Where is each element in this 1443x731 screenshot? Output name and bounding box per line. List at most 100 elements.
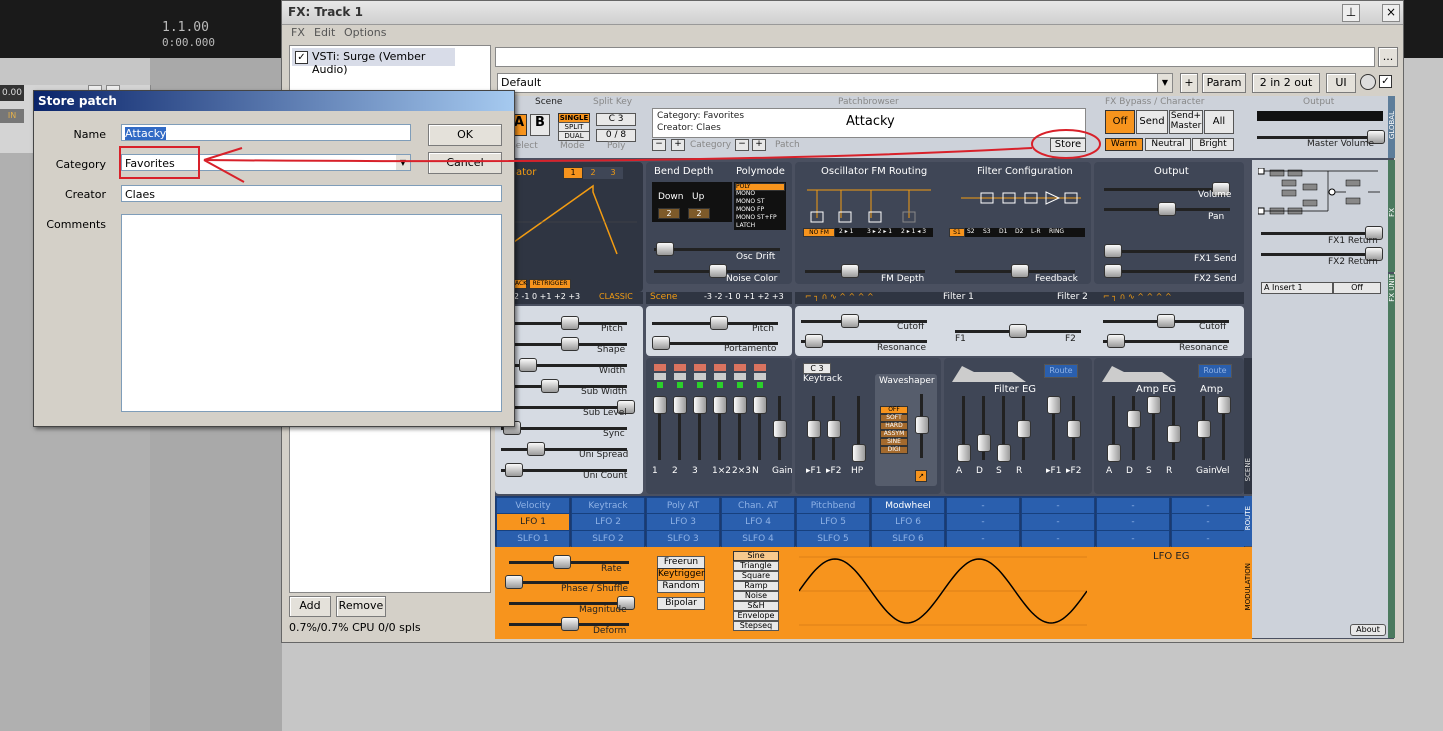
fx2-return-track[interactable] xyxy=(1261,253,1381,256)
osc-drift-knob[interactable] xyxy=(656,242,674,256)
route-cell[interactable]: LFO 4 xyxy=(721,513,795,531)
browse-button[interactable]: ... xyxy=(1378,47,1398,67)
route-cell[interactable]: - xyxy=(946,513,1020,531)
route-cell[interactable]: SLFO 1 xyxy=(496,530,570,548)
fx-tab[interactable]: FX xyxy=(1388,160,1396,272)
polymode-option[interactable]: MONO ST+FP xyxy=(736,214,777,221)
polymode-option[interactable]: MONO FP xyxy=(736,206,764,213)
amp-eg-route-button[interactable]: Route xyxy=(1198,364,1232,378)
filter2-resonance-knob[interactable] xyxy=(1107,334,1125,348)
character-bright[interactable]: Bright xyxy=(1192,138,1234,151)
menu-edit[interactable]: Edit xyxy=(314,26,335,39)
shape-knob[interactable] xyxy=(561,337,579,351)
pin-icon[interactable]: ⊥ xyxy=(1342,4,1360,22)
lfo-shape-option[interactable]: Square xyxy=(733,571,779,581)
bend-up-value[interactable]: 2 xyxy=(688,208,710,219)
feedback-knob[interactable] xyxy=(1011,264,1029,278)
fx-window-titlebar[interactable]: FX: Track 1 ⊥ × xyxy=(282,1,1403,25)
filter-config-option[interactable]: S2 xyxy=(967,228,975,235)
lfo-shape-option[interactable]: Sine xyxy=(733,551,779,561)
filter-balance-knob[interactable] xyxy=(1009,324,1027,338)
amp-gain-knob[interactable] xyxy=(1197,420,1211,438)
route-cell[interactable]: - xyxy=(1171,530,1245,548)
polymode-option[interactable]: MONO ST xyxy=(736,198,765,205)
scene-pitch-knob[interactable] xyxy=(710,316,728,330)
store-button[interactable]: Store xyxy=(1050,138,1086,152)
filter2-cutoff-knob[interactable] xyxy=(1157,314,1175,328)
scene-octave-values[interactable]: -3 -2 -1 0 +1 +2 +3 xyxy=(704,292,784,301)
plugin-info-field[interactable] xyxy=(495,47,1375,67)
menu-options[interactable]: Options xyxy=(344,26,386,39)
lfo-shape-option[interactable]: Ramp xyxy=(733,581,779,591)
route-cell[interactable]: LFO 2 xyxy=(571,513,645,531)
route-cell[interactable]: SLFO 5 xyxy=(796,530,870,548)
filter-config-option[interactable]: S1 xyxy=(949,228,965,237)
patch-prev-button[interactable]: − xyxy=(735,139,749,151)
portamento-knob[interactable] xyxy=(652,336,670,350)
character-warm[interactable]: Warm xyxy=(1105,138,1143,151)
patch-display[interactable]: Category: Favorites Creator: Claes Attac… xyxy=(652,108,1086,138)
category-prev-button[interactable]: − xyxy=(652,139,666,151)
mixer-3-knob[interactable] xyxy=(693,396,707,414)
keytrack-f1-knob[interactable] xyxy=(807,420,821,438)
modulation-tab[interactable]: MODULATION xyxy=(1244,547,1252,639)
fm-mode-option[interactable]: NO FM xyxy=(803,228,835,237)
fm-mode-option[interactable]: 3 ▸ 2 ▸ 1 xyxy=(867,228,892,235)
filter-eg-d-knob[interactable] xyxy=(977,434,991,453)
param-button[interactable]: Param xyxy=(1202,73,1246,93)
osc-tab-1[interactable]: 1 xyxy=(563,167,583,179)
remove-button[interactable]: Remove xyxy=(336,596,386,617)
lfo-shape-option[interactable]: Noise xyxy=(733,591,779,601)
fx1-send-track[interactable] xyxy=(1104,250,1230,253)
pitch-knob[interactable] xyxy=(561,316,579,330)
route-cell[interactable]: - xyxy=(1021,513,1095,531)
route-cell[interactable]: - xyxy=(1096,530,1170,548)
character-neutral[interactable]: Neutral xyxy=(1145,138,1191,151)
dialog-title[interactable]: Store patch xyxy=(34,91,514,111)
polymode-option[interactable]: LATCH xyxy=(736,222,755,229)
lfo-shape-option[interactable]: Stepseq xyxy=(733,621,779,631)
category-next-button[interactable]: + xyxy=(671,139,685,151)
mixer-6-knob[interactable] xyxy=(753,396,767,414)
route-cell[interactable]: SLFO 4 xyxy=(721,530,795,548)
lfo-shape-option[interactable]: Envelope xyxy=(733,611,779,621)
fm-mode-option[interactable]: 2 ▸ 1 xyxy=(839,228,853,235)
waveshape-option[interactable]: HARD xyxy=(880,422,908,430)
filter1-cutoff-knob[interactable] xyxy=(841,314,859,328)
keytrack-hp-knob[interactable] xyxy=(852,444,866,462)
amp-eg-s-knob[interactable] xyxy=(1147,396,1161,414)
amp-eg-a-knob[interactable] xyxy=(1107,444,1121,462)
route-cell[interactable]: SLFO 6 xyxy=(871,530,945,548)
filter-eg-s-knob[interactable] xyxy=(997,444,1011,462)
filter-eg-a-knob[interactable] xyxy=(957,444,971,462)
polymode-list[interactable]: POLY MONO MONO ST MONO FP MONO ST+FP LAT… xyxy=(734,182,786,230)
mixer-2-knob[interactable] xyxy=(673,396,687,414)
uni-spread-knob[interactable] xyxy=(527,442,545,456)
filter-config-option[interactable]: D2 xyxy=(1015,228,1023,235)
io-routing-button[interactable]: 2 in 2 out xyxy=(1252,73,1320,93)
name-field[interactable]: Attacky xyxy=(121,124,411,141)
amp-eg-d-knob[interactable] xyxy=(1127,410,1141,429)
route-cell[interactable]: - xyxy=(946,530,1020,548)
fx-bypass-all[interactable]: All xyxy=(1204,110,1234,134)
cancel-button[interactable]: Cancel xyxy=(428,152,502,174)
ui-button[interactable]: UI xyxy=(1326,73,1356,93)
split-key-value[interactable]: C 3 xyxy=(596,113,636,126)
patch-next-button[interactable]: + xyxy=(752,139,766,151)
bypass-checkbox[interactable]: ✓ xyxy=(1379,75,1392,88)
waveshape-option[interactable]: DIGI xyxy=(880,446,908,454)
fx1-return-track[interactable] xyxy=(1261,232,1381,235)
keytrack-f2-knob[interactable] xyxy=(827,420,841,438)
amp-vel-knob[interactable] xyxy=(1217,396,1231,414)
fx2-send-track[interactable] xyxy=(1104,270,1230,273)
osc-type-classic[interactable]: CLASSIC xyxy=(599,292,633,301)
uni-count-knob[interactable] xyxy=(505,463,523,477)
scene-tab[interactable]: SCENE xyxy=(1244,358,1252,494)
keytrack-root-key[interactable]: C 3 xyxy=(803,363,831,374)
route-cell[interactable]: LFO 3 xyxy=(646,513,720,531)
filter-config-option[interactable]: D1 xyxy=(999,228,1007,235)
fm-depth-knob[interactable] xyxy=(841,264,859,278)
route-cell[interactable]: - xyxy=(1096,513,1170,531)
category-combobox[interactable]: Favorites ▼ xyxy=(121,154,411,171)
filter-config-option[interactable]: L-R xyxy=(1031,228,1041,235)
